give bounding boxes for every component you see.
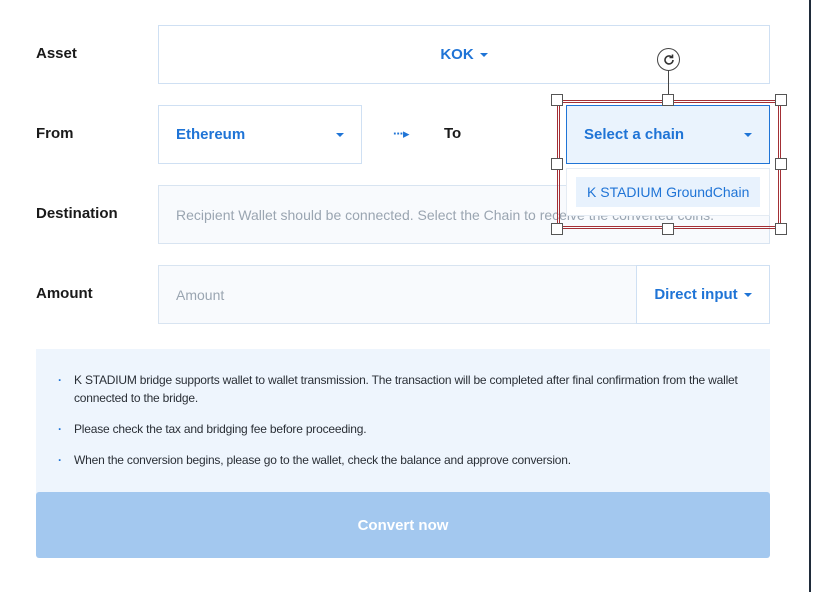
direct-input-label: Direct input [654,286,738,303]
direct-input-select[interactable]: Direct input [636,265,770,324]
bullet-icon: · [58,422,62,436]
amount-label: Amount [36,285,93,302]
notice-item-text: K STADIUM bridge supports wallet to wall… [74,373,738,405]
resize-handle-top[interactable] [662,94,674,106]
bullet-icon: · [58,453,62,467]
from-chain-select[interactable]: Ethereum [158,105,362,164]
notice-item: · K STADIUM bridge supports wallet to wa… [58,371,748,407]
amount-placeholder: Amount [176,286,225,303]
resize-handle-bottom-right[interactable] [775,223,787,235]
from-chain-value: Ethereum [176,126,246,143]
notice-item-text: Please check the tax and bridging fee be… [74,422,367,436]
to-chain-value: Select a chain [584,126,685,143]
notice-item: · When the conversion begins, please go … [58,451,748,469]
caret-down-icon [743,292,752,297]
asset-label: Asset [36,45,77,62]
from-label: From [36,125,74,142]
resize-handle-right[interactable] [775,158,787,170]
notice-item-text: When the conversion begins, please go to… [74,453,571,467]
bullet-icon: · [58,373,62,387]
notice-list: · K STADIUM bridge supports wallet to wa… [58,371,748,469]
to-chain-select[interactable]: Select a chain [566,105,770,164]
caret-down-icon [336,132,344,137]
convert-now-button[interactable]: Convert now [36,492,770,558]
amount-input[interactable]: Amount [158,265,637,324]
to-label: To [444,125,462,142]
resize-handle-top-left[interactable] [551,94,563,106]
chain-option-k-stadium-groundchain[interactable]: K STADIUM GroundChain [576,177,760,207]
caret-down-icon [479,52,488,57]
notice-item: · Please check the tax and bridging fee … [58,420,748,438]
resize-handle-left[interactable] [551,158,563,170]
destination-label: Destination [36,205,118,222]
asset-value: KOK [440,46,474,63]
rotate-icon[interactable] [657,48,680,71]
window-edge [809,0,811,592]
resize-handle-top-right[interactable] [775,94,787,106]
dotted-arrow-right-icon: ···▸ [393,126,409,141]
chain-dropdown: K STADIUM GroundChain [566,168,770,216]
notice-panel: · K STADIUM bridge supports wallet to wa… [36,349,770,499]
resize-handle-bottom[interactable] [662,223,674,235]
resize-handle-bottom-left[interactable] [551,223,563,235]
caret-down-icon [744,132,752,137]
